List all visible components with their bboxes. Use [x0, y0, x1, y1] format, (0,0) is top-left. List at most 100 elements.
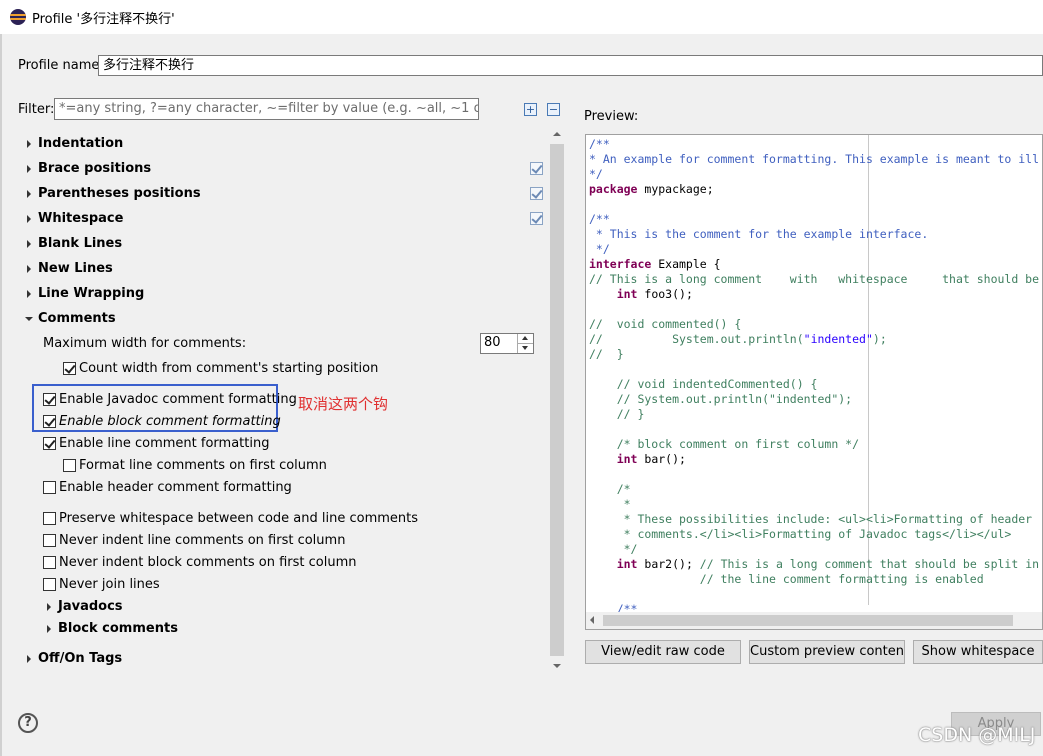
- expand-arrow-icon[interactable]: [47, 603, 51, 611]
- expand-arrow-icon[interactable]: [27, 290, 31, 298]
- code-line: // System.out.println("indented");: [589, 392, 853, 406]
- max-width-spinner[interactable]: 80: [480, 333, 534, 354]
- keyword: int: [616, 287, 638, 301]
- tree-item-parentheses-positions[interactable]: Parentheses positions: [38, 186, 201, 201]
- tree-item-indentation[interactable]: Indentation: [38, 136, 123, 151]
- scrollbar-thumb[interactable]: [603, 615, 1013, 626]
- never-indent-block-checkbox[interactable]: [43, 556, 56, 569]
- keyword: int: [616, 452, 638, 466]
- expand-arrow-icon[interactable]: [27, 190, 31, 198]
- preserve-whitespace-checkbox[interactable]: [43, 512, 56, 525]
- window-title: Profile '多行注释不换行': [32, 12, 175, 27]
- code-preview[interactable]: /** * An example for comment formatting.…: [585, 134, 1043, 630]
- code-line: /*: [589, 482, 631, 496]
- collapse-arrow-icon[interactable]: [25, 317, 33, 321]
- code-line: */: [589, 167, 603, 181]
- code-text: Example {: [651, 257, 721, 271]
- code-line: /**: [589, 212, 610, 226]
- keyword: int: [616, 557, 638, 571]
- expand-arrow-icon[interactable]: [27, 165, 31, 173]
- format-line-first-col-label: Format line comments on first column: [79, 458, 327, 473]
- code-line: int foo3();: [589, 287, 693, 302]
- never-indent-line-label: Never indent line comments on first colu…: [59, 533, 346, 548]
- enable-block-checkbox[interactable]: [43, 415, 56, 428]
- max-width-value[interactable]: 80: [484, 335, 501, 350]
- enable-line-label: Enable line comment formatting: [59, 436, 270, 451]
- code-line: // void commented() {: [589, 317, 742, 331]
- tree-item-new-lines[interactable]: New Lines: [38, 261, 113, 276]
- never-indent-line-checkbox[interactable]: [43, 534, 56, 547]
- view-raw-code-button[interactable]: View/edit raw code: [585, 640, 741, 664]
- expand-arrow-icon[interactable]: [47, 625, 51, 633]
- settings-scrollbar[interactable]: [549, 126, 565, 674]
- custom-preview-button[interactable]: Custom preview contents: [749, 640, 905, 664]
- collapse-all-icon[interactable]: −: [547, 103, 560, 116]
- tree-item-off-on-tags[interactable]: Off/On Tags: [38, 651, 122, 666]
- code-line: int bar2(); // This is a long comment th…: [589, 557, 1039, 572]
- keyword: package: [589, 182, 638, 196]
- enable-header-checkbox[interactable]: [43, 481, 56, 494]
- help-icon[interactable]: ?: [18, 713, 38, 733]
- code-text: );: [872, 332, 887, 346]
- scrollbar-thumb[interactable]: [550, 144, 564, 656]
- enable-header-label: Enable header comment formatting: [59, 480, 292, 495]
- window-border: [0, 34, 2, 756]
- spin-up-icon[interactable]: [518, 334, 533, 344]
- expand-arrow-icon[interactable]: [27, 265, 31, 273]
- tree-item-brace-positions[interactable]: Brace positions: [38, 161, 151, 176]
- enable-javadoc-label: Enable Javadoc comment formatting: [59, 392, 297, 407]
- string-literal: "indented": [803, 332, 873, 346]
- scroll-up-icon[interactable]: [549, 126, 565, 142]
- code-line: int bar();: [589, 452, 686, 467]
- enable-block-label: Enable block comment formatting: [59, 414, 281, 429]
- count-width-label: Count width from comment's starting posi…: [79, 361, 379, 376]
- code-line: * This is the comment for the example in…: [589, 227, 929, 241]
- scroll-left-icon[interactable]: [590, 616, 594, 624]
- tree-item-comments[interactable]: Comments: [38, 311, 116, 326]
- enable-line-checkbox[interactable]: [43, 437, 56, 450]
- never-indent-block-label: Never indent block comments on first col…: [59, 555, 357, 570]
- expand-arrow-icon[interactable]: [27, 655, 31, 663]
- expand-arrow-icon[interactable]: [27, 240, 31, 248]
- code-line: * comments.</li><li>Formatting of Javado…: [589, 527, 1012, 541]
- modified-indicator-icon: [530, 162, 543, 175]
- code-text: mypackage;: [637, 182, 714, 196]
- preserve-whitespace-label: Preserve whitespace between code and lin…: [59, 511, 419, 526]
- count-width-checkbox[interactable]: [63, 362, 76, 375]
- code-line: */: [589, 542, 638, 556]
- format-line-first-col-checkbox[interactable]: [63, 459, 76, 472]
- preview-hscrollbar[interactable]: [586, 612, 1042, 629]
- code-text: // System.out.println(: [589, 332, 804, 346]
- scroll-down-icon[interactable]: [549, 658, 565, 674]
- expand-arrow-icon[interactable]: [27, 215, 31, 223]
- expand-arrow-icon[interactable]: [27, 140, 31, 148]
- watermark: CSDN @MILJ: [918, 724, 1036, 746]
- never-join-lines-checkbox[interactable]: [43, 578, 56, 591]
- code-line: // void indentedCommented() {: [589, 377, 818, 391]
- preview-label: Preview:: [584, 109, 639, 124]
- tree-item-whitespace[interactable]: Whitespace: [38, 211, 123, 226]
- code-line: interface Example {: [589, 257, 721, 272]
- tree-item-blank-lines[interactable]: Blank Lines: [38, 236, 122, 251]
- eclipse-icon: [10, 9, 26, 25]
- code-line: /**: [589, 137, 610, 151]
- spinner-buttons[interactable]: [517, 334, 533, 353]
- profile-name-input[interactable]: 多行注释不换行: [98, 55, 1043, 76]
- code-line: *: [589, 497, 631, 511]
- modified-indicator-icon: [530, 212, 543, 225]
- filter-label: Filter:: [18, 102, 55, 117]
- spin-down-icon[interactable]: [518, 344, 533, 353]
- tree-item-block-comments[interactable]: Block comments: [58, 621, 178, 636]
- expand-all-icon[interactable]: +: [524, 103, 537, 116]
- enable-javadoc-checkbox[interactable]: [43, 393, 56, 406]
- tree-item-javadocs[interactable]: Javadocs: [58, 599, 123, 614]
- code-line: * These possibilities include: <ul><li>F…: [589, 512, 1033, 526]
- code-line: // }: [589, 407, 645, 421]
- show-whitespace-button[interactable]: Show whitespace: [913, 640, 1043, 664]
- tree-item-line-wrapping[interactable]: Line Wrapping: [38, 286, 144, 301]
- modified-indicator-icon: [530, 187, 543, 200]
- code-line: package mypackage;: [589, 182, 714, 197]
- filter-input[interactable]: *=any string, ?=any character, ~=filter …: [54, 98, 479, 120]
